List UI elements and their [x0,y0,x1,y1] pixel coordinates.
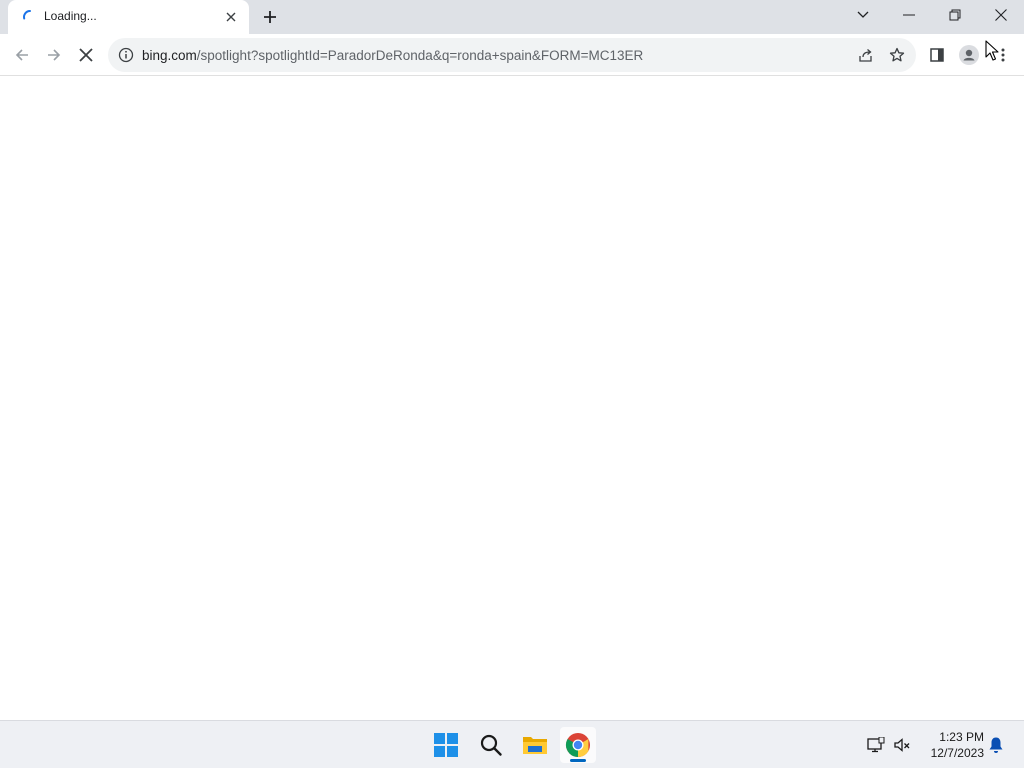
side-panel-icon [930,48,944,62]
notifications-button[interactable] [986,735,1006,755]
chevron-down-icon [857,11,869,18]
chrome-taskbar-button[interactable] [560,727,596,763]
volume-tray-button[interactable] [892,735,912,755]
tab-close-button[interactable] [221,7,241,27]
url-host: bing.com [142,48,197,63]
stop-button[interactable] [73,42,99,68]
close-icon [995,9,1007,21]
bookmark-button[interactable] [888,46,906,64]
browser-toolbar: bing.com/spotlight?spotlightId=ParadorDe… [0,34,1024,76]
share-button[interactable] [857,46,875,64]
new-tab-button[interactable] [258,5,282,29]
close-window-button[interactable] [978,0,1024,30]
stop-icon [79,48,93,62]
close-icon [226,12,236,22]
forward-arrow-icon [48,49,61,61]
file-explorer-icon [523,737,547,754]
address-bar[interactable]: bing.com/spotlight?spotlightId=ParadorDe… [108,38,916,72]
clock-time: 1:23 PM [939,730,984,744]
active-app-indicator [570,759,586,762]
share-icon [859,49,872,62]
tab-strip: Loading... [0,0,1024,34]
clock[interactable]: 1:23 PM 12/7/2023 [918,729,984,761]
taskbar: 1:23 PM 12/7/2023 [0,720,1024,768]
kebab-menu-icon [1001,48,1005,62]
start-button[interactable] [428,727,464,763]
loading-spinner-icon [23,10,31,20]
mouse-cursor-icon [985,40,999,61]
tab-search-button[interactable] [840,0,886,30]
plus-icon [264,11,276,23]
profile-icon [959,45,979,65]
tab-title: Loading... [44,9,97,23]
search-button[interactable] [473,727,509,763]
minimize-icon [903,14,915,16]
notification-bell-icon [989,737,1003,753]
network-icon [867,737,885,753]
url-text[interactable]: bing.com/spotlight?spotlightId=ParadorDe… [142,48,643,63]
file-explorer-button[interactable] [517,727,553,763]
windows-start-icon [434,733,458,757]
forward-button[interactable] [41,42,67,68]
chrome-icon [565,733,590,757]
network-tray-button[interactable] [866,735,886,755]
clock-date: 12/7/2023 [930,746,984,760]
volume-muted-icon [894,738,910,752]
back-arrow-icon [15,49,28,61]
browser-tab[interactable]: Loading... [8,0,249,34]
info-icon[interactable] [118,47,134,63]
minimize-button[interactable] [886,0,932,30]
star-icon [889,47,905,62]
url-path: /spotlight?spotlightId=ParadorDeRonda&q=… [196,48,644,63]
restore-icon [949,9,961,21]
screen: Loading... bing.com/spotlight?spotlightI… [0,0,1024,768]
profile-button[interactable] [959,45,979,65]
page-content [0,77,1024,720]
back-button[interactable] [9,42,35,68]
search-icon [480,734,502,756]
side-panel-button[interactable] [927,45,947,65]
restore-button[interactable] [932,0,978,30]
